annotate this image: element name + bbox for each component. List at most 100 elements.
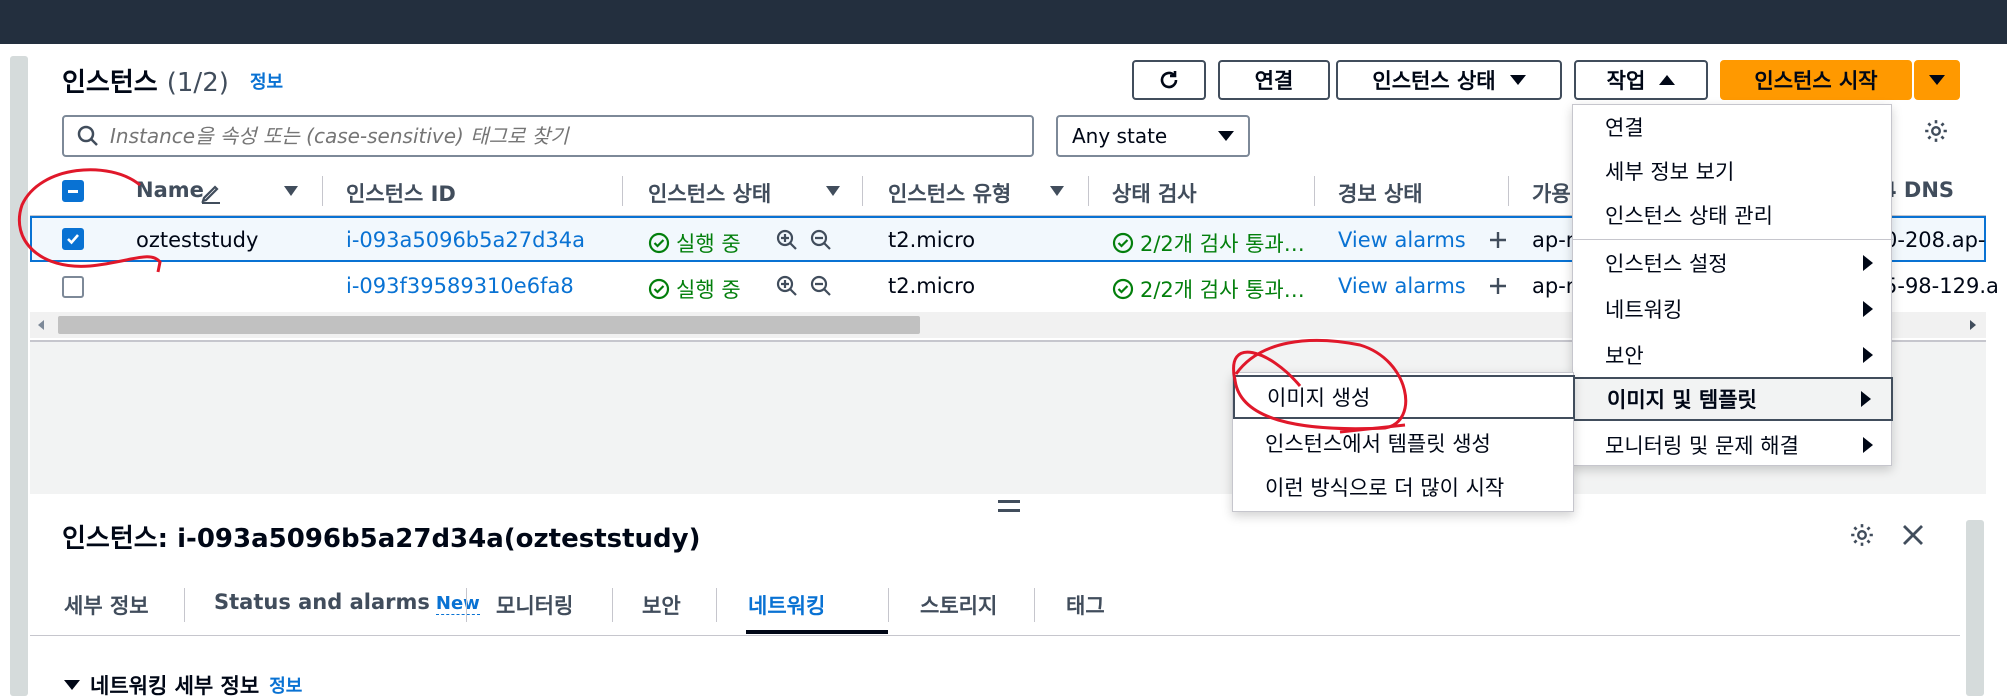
tab-status-alarms[interactable]: Status and alarms New [214,590,480,615]
tab-divider [184,588,185,622]
search-bar[interactable] [62,115,1034,157]
column-divider[interactable] [622,176,623,206]
menu-item-instance-settings[interactable]: 인스턴스 설정 [1573,241,1893,285]
view-alarms-link[interactable]: View alarms [1338,274,1466,298]
submenu-item-create-image[interactable]: 이미지 생성 [1233,375,1575,419]
cell-public-dns: 0-208.ap- [1884,228,1986,252]
zoom-in-icon[interactable] [776,275,798,297]
cell-name: ozteststudy [136,228,259,252]
sort-caret-icon[interactable] [826,186,840,196]
left-scrollbar[interactable] [10,56,28,696]
info-link[interactable]: 정보 [250,68,283,94]
check-circle-icon [1112,278,1134,300]
cell-status-check[interactable]: 2/2개 검사 통과… [1112,274,1305,304]
submenu-item-create-template[interactable]: 인스턴스에서 템플릿 생성 [1233,421,1575,465]
sort-caret-icon[interactable] [1050,186,1064,196]
submenu-item-launch-more-like-this[interactable]: 이런 방식으로 더 많이 시작 [1233,465,1575,509]
check-circle-icon [648,278,670,300]
scrollbar-thumb[interactable] [58,316,920,334]
col-status-check[interactable]: 상태 검사 [1112,178,1197,208]
column-divider[interactable] [1508,176,1509,206]
refresh-icon [1160,71,1178,89]
cell-instance-id-link[interactable]: i-093f39589310e6fa8 [346,274,574,298]
caret-down-icon [1509,75,1526,85]
chevron-right-icon [1863,347,1873,363]
tab-divider [1034,588,1035,622]
tab-networking[interactable]: 네트워킹 [748,590,825,620]
caret-down-icon [1218,131,1234,141]
active-tab-indicator [746,630,888,634]
split-panel-drag-handle[interactable] [998,500,1020,512]
scroll-left-icon[interactable] [38,320,44,330]
plus-icon[interactable] [1488,276,1508,296]
console-top-bar [0,0,2007,44]
tab-monitoring[interactable]: 모니터링 [496,590,573,620]
detail-scrollbar[interactable] [1966,520,1984,696]
section-info-link[interactable]: 정보 [269,672,302,696]
cell-status-check[interactable]: 2/2개 검사 통과… [1112,228,1305,258]
col-alarm-status[interactable]: 경보 상태 [1338,178,1423,208]
column-divider[interactable] [322,176,323,206]
actions-dropdown-menu: 연결 세부 정보 보기 인스턴스 상태 관리 인스턴스 설정 네트워킹 보안 이… [1572,104,1893,467]
check-circle-icon [648,232,670,254]
page-title-text: 인스턴스 [62,68,158,98]
tab-tags[interactable]: 태그 [1066,590,1105,620]
col-availability-zone[interactable]: 가용 [1532,178,1571,208]
search-icon [77,125,98,146]
tab-details[interactable]: 세부 정보 [64,590,149,620]
menu-item-view-details[interactable]: 세부 정보 보기 [1573,149,1893,193]
check-circle-icon [1112,232,1134,254]
detail-settings-gear-icon[interactable] [1849,522,1875,552]
cell-instance-id-link[interactable]: i-093a5096b5a27d34a [346,228,585,252]
col-instance-type[interactable]: 인스턴스 유형 [888,178,1011,208]
table-settings-gear-icon[interactable] [1923,118,1949,148]
state-filter-select[interactable]: Any state [1056,115,1250,157]
launch-dropdown-button[interactable] [1914,60,1960,100]
close-icon[interactable] [1900,522,1926,552]
chevron-right-icon [1863,301,1873,317]
cell-public-dns: 5-98-129.a [1884,274,1999,298]
actions-button-label: 작업 [1606,69,1646,93]
actions-button[interactable]: 작업 [1574,60,1708,100]
cell-instance-state: 실행 중 [648,274,741,304]
col-instance-id[interactable]: 인스턴스 ID [346,178,456,208]
tab-security[interactable]: 보안 [642,590,681,620]
tab-storage[interactable]: 스토리지 [920,590,997,620]
menu-item-monitor-troubleshoot[interactable]: 모니터링 및 문제 해결 [1573,423,1893,467]
menu-item-manage-state[interactable]: 인스턴스 상태 관리 [1573,193,1893,237]
sort-caret-icon[interactable] [284,186,298,196]
menu-item-connect[interactable]: 연결 [1573,105,1893,149]
tab-divider [612,588,613,622]
tab-divider [716,588,717,622]
menu-item-security[interactable]: 보안 [1573,333,1893,377]
zoom-out-icon[interactable] [810,229,832,251]
edit-pencil-icon [201,185,220,204]
row-checkbox[interactable] [62,276,84,298]
instance-state-button[interactable]: 인스턴스 상태 [1336,60,1562,100]
state-filter-value: Any state [1072,124,1168,148]
zoom-in-icon[interactable] [776,229,798,251]
detail-tabs: 세부 정보 Status and alarms New 모니터링 보안 네트워킹 … [30,580,1960,636]
section-title: 네트워킹 세부 정보 [90,674,260,696]
zoom-out-icon[interactable] [810,275,832,297]
row-checkbox[interactable] [62,228,84,250]
menu-divider [1573,239,1893,240]
col-instance-state[interactable]: 인스턴스 상태 [648,178,771,208]
tab-divider [888,588,889,622]
caret-down-icon [64,680,80,690]
search-input[interactable] [110,124,1032,148]
connect-button[interactable]: 연결 [1218,60,1330,100]
column-divider[interactable] [862,176,863,206]
col-name[interactable]: Name [136,178,204,202]
menu-item-image-templates[interactable]: 이미지 및 템플릿 [1573,377,1893,421]
refresh-button[interactable] [1132,60,1206,100]
view-alarms-link[interactable]: View alarms [1338,228,1466,252]
select-all-checkbox[interactable] [62,180,84,202]
networking-details-section[interactable]: 네트워킹 세부 정보 정보 [64,670,302,696]
column-divider[interactable] [1088,176,1089,206]
column-divider[interactable] [1314,176,1315,206]
launch-instance-button[interactable]: 인스턴스 시작 [1720,60,1912,100]
menu-item-networking[interactable]: 네트워킹 [1573,287,1893,331]
plus-icon[interactable] [1488,230,1508,250]
scroll-right-icon[interactable] [1970,320,1976,330]
